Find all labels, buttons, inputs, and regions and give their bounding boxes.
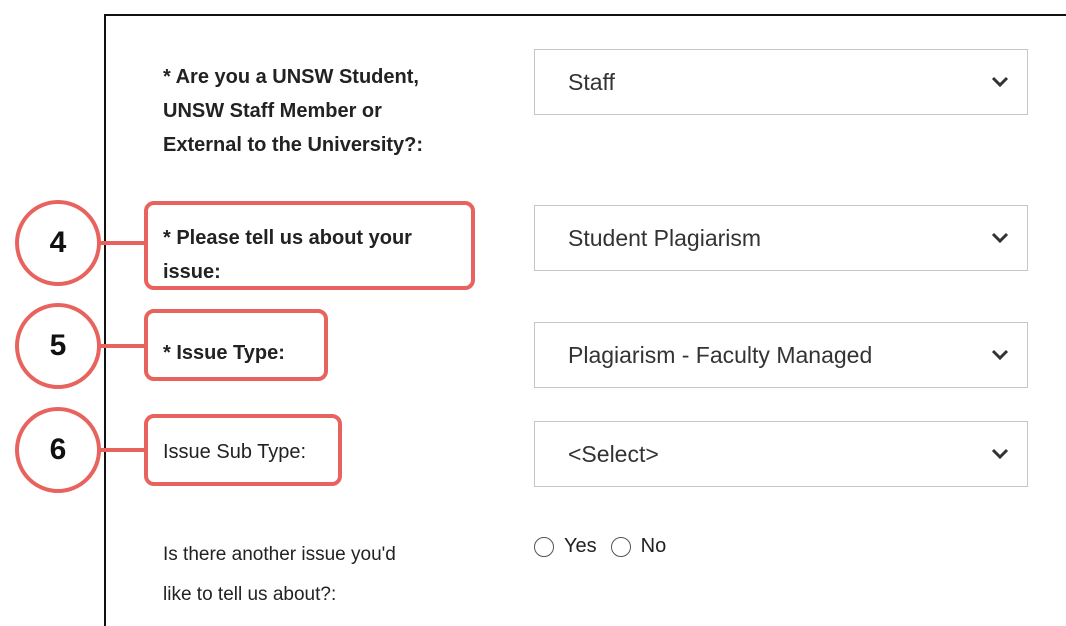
label-issue-sub-type: Issue Sub Type: — [163, 441, 307, 463]
label-line: * Are you a UNSW Student, — [163, 66, 419, 88]
chevron-down-icon — [991, 349, 1009, 361]
label-line: like to tell us about?: — [163, 584, 337, 605]
label-another-issue: Is there another issue you'd like to tel… — [163, 535, 396, 615]
radio-label: No — [640, 535, 667, 557]
step-badge-4: 4 — [15, 200, 101, 286]
chevron-down-icon — [991, 232, 1009, 244]
another-issue-radio-group: Yes No — [534, 535, 666, 558]
radio-option-no[interactable]: No — [610, 535, 667, 558]
issue-select[interactable]: Student Plagiarism — [534, 205, 1028, 271]
label-line: * Please tell us about your — [163, 227, 412, 249]
step-badge-6: 6 — [15, 407, 101, 493]
radio-option-yes[interactable]: Yes — [534, 535, 597, 558]
radio-unchecked-icon[interactable] — [534, 536, 554, 557]
radio-label: Yes — [564, 535, 597, 557]
step-badge-5: 5 — [15, 303, 101, 389]
callout-connector — [96, 241, 146, 245]
select-value: Plagiarism - Faculty Managed — [568, 341, 873, 368]
issue-type-select[interactable]: Plagiarism - Faculty Managed — [534, 322, 1028, 388]
label-line: External to the University?: — [163, 134, 424, 156]
label-issue: * Please tell us about your issue: — [163, 221, 412, 289]
label-line: Is there another issue you'd — [163, 544, 396, 565]
chevron-down-icon — [991, 448, 1009, 460]
label-line: UNSW Staff Member or — [163, 100, 382, 122]
label-issue-type: * Issue Type: — [163, 342, 285, 364]
select-value: <Select> — [568, 440, 659, 467]
callout-connector — [96, 344, 146, 348]
select-value: Student Plagiarism — [568, 224, 762, 251]
issue-sub-type-select[interactable]: <Select> — [534, 421, 1028, 487]
user-type-select[interactable]: Staff — [534, 49, 1028, 115]
select-value: Staff — [568, 68, 615, 95]
callout-connector — [96, 448, 146, 452]
label-user-type: * Are you a UNSW Student, UNSW Staff Mem… — [163, 60, 423, 162]
chevron-down-icon — [991, 76, 1009, 88]
radio-unchecked-icon[interactable] — [610, 536, 631, 557]
label-line: issue: — [163, 261, 221, 283]
